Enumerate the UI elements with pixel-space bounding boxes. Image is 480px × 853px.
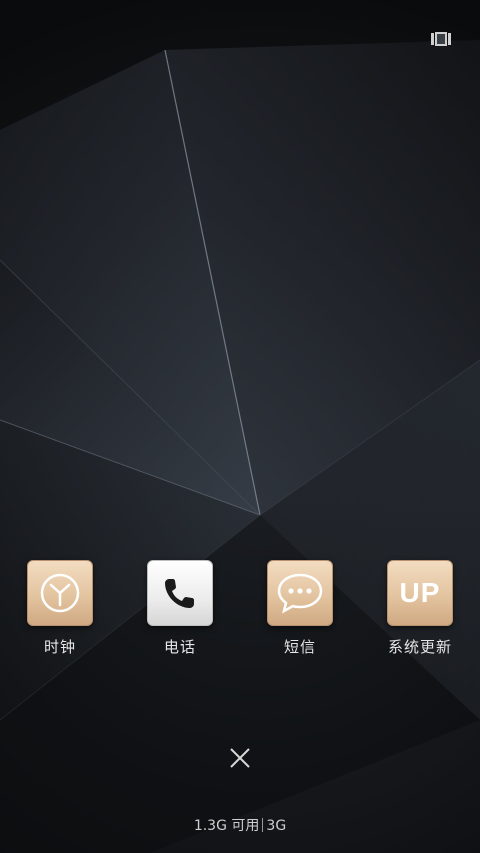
app-messages[interactable]: 短信 <box>250 560 350 660</box>
app-clock[interactable]: 时钟 <box>10 560 110 660</box>
app-label-clock: 时钟 <box>43 638 76 656</box>
memory-total: 3G <box>266 818 287 834</box>
app-label-phone: 电话 <box>163 638 196 656</box>
close-recents-button[interactable] <box>225 743 255 773</box>
app-label-system-update: 系统更新 <box>387 638 452 656</box>
card-stack-button[interactable] <box>426 28 456 50</box>
recent-apps-row: 时钟 电话 短信 UP 系统更新 <box>0 560 480 670</box>
clock-icon <box>40 573 80 613</box>
system-update-tile: UP <box>387 560 453 626</box>
messages-tile <box>267 560 333 626</box>
wallpaper <box>0 0 480 853</box>
app-label-messages: 短信 <box>283 638 316 656</box>
phone-icon <box>165 579 194 608</box>
message-bubble-icon <box>277 573 323 614</box>
app-system-update[interactable]: UP 系统更新 <box>370 560 470 660</box>
close-icon <box>230 748 250 768</box>
clock-tile <box>27 560 93 626</box>
up-icon: UP <box>399 577 441 608</box>
memory-status: 1.3G 可用 3G <box>0 815 480 835</box>
memory-available: 1.3G 可用 <box>193 818 260 834</box>
divider <box>262 818 264 832</box>
card-stack-icon <box>431 32 451 46</box>
app-phone[interactable]: 电话 <box>130 560 230 660</box>
phone-tile <box>147 560 213 626</box>
